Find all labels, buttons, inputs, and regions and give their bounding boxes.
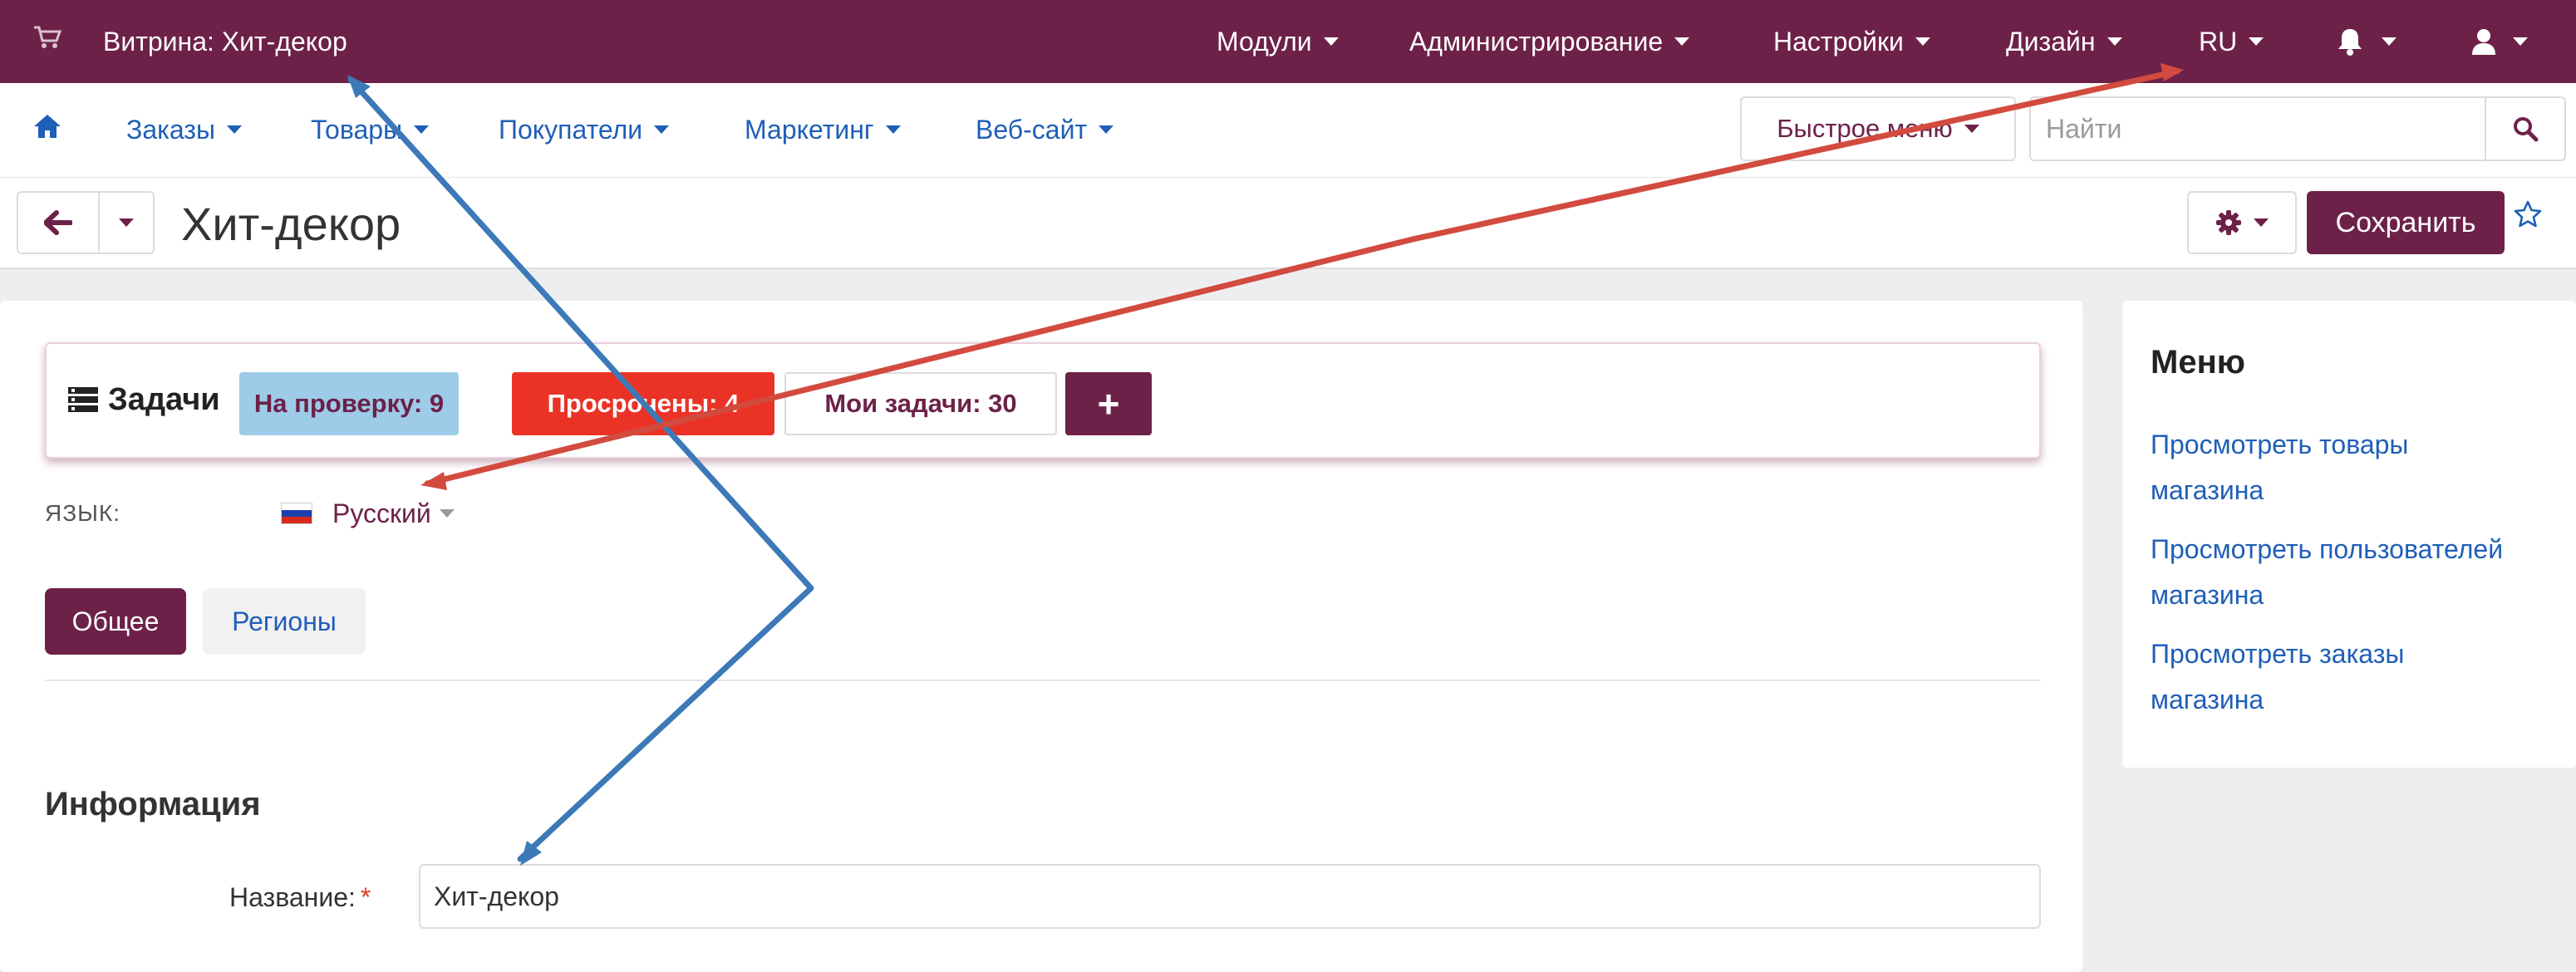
user-menu[interactable]: [2471, 25, 2528, 58]
name-label-text: Название:: [229, 882, 356, 912]
russia-flag-icon: [281, 503, 312, 524]
home-icon[interactable]: [33, 113, 61, 140]
tasks-overdue-button[interactable]: Просрочены: 4: [512, 372, 774, 435]
tasks-icon: [68, 387, 98, 412]
top-bar: Витрина: Хит-декор Модули Администрирова…: [0, 0, 2576, 83]
search-button[interactable]: [2485, 96, 2566, 161]
nav-customers[interactable]: Покупатели: [499, 113, 670, 146]
back-dropdown-button[interactable]: [98, 191, 155, 254]
menu-design[interactable]: Дизайн: [2006, 25, 2122, 58]
language-value: Русский: [332, 498, 431, 528]
link-line: магазина: [2151, 475, 2264, 505]
save-button[interactable]: Сохранить: [2307, 191, 2505, 254]
divider: [45, 680, 2041, 681]
nav-website[interactable]: Веб-сайт: [976, 113, 1114, 146]
bell-icon: [2338, 29, 2362, 56]
user-icon: [2472, 29, 2495, 55]
back-button[interactable]: [17, 191, 100, 254]
cart-icon[interactable]: [33, 25, 61, 50]
nav-products[interactable]: Товары: [311, 113, 430, 146]
nav-orders[interactable]: Заказы: [126, 113, 242, 146]
chevron-down-icon: [439, 509, 455, 518]
name-label: Название: *: [229, 881, 371, 914]
menu-design-label: Дизайн: [2006, 27, 2096, 56]
nav-marketing-label: Маркетинг: [745, 115, 874, 145]
gear-icon: [2216, 210, 2241, 235]
tasks-title: Задачи: [108, 382, 220, 417]
required-mark: *: [360, 882, 371, 912]
tab-regions[interactable]: Регионы: [203, 588, 366, 655]
tasks-mine-button[interactable]: Мои задачи: 30: [784, 372, 1057, 435]
menu-language-label: RU: [2199, 27, 2238, 56]
link-view-products[interactable]: Просмотреть товары магазина: [2151, 422, 2566, 513]
chevron-down-icon: [414, 125, 430, 134]
language-selector[interactable]: Русский: [281, 495, 455, 532]
menu-administration[interactable]: Администрирование: [1409, 25, 1690, 58]
chevron-down-icon: [2513, 37, 2528, 46]
menu-language[interactable]: RU: [2199, 25, 2264, 58]
quick-menu-label: Быстрое меню: [1777, 114, 1953, 143]
chevron-down-icon: [885, 125, 901, 134]
star-icon[interactable]: [2513, 199, 2543, 229]
add-task-button[interactable]: +: [1065, 372, 1152, 435]
main-nav: Заказы Товары Покупатели Маркетинг Веб-с…: [0, 83, 2576, 178]
settings-dropdown-button[interactable]: [2187, 191, 2297, 254]
link-view-orders[interactable]: Просмотреть заказы магазина: [2151, 631, 2566, 723]
store-title[interactable]: Витрина: Хит-декор: [103, 25, 347, 58]
menu-settings[interactable]: Настройки: [1773, 25, 1930, 58]
search-icon: [2514, 117, 2539, 142]
page-header: Хит-декор Сохранить: [0, 178, 2576, 269]
nav-orders-label: Заказы: [126, 115, 215, 145]
chevron-down-icon: [654, 125, 670, 134]
chevron-down-icon: [2107, 37, 2122, 46]
link-line: Просмотреть заказы: [2151, 639, 2405, 669]
tasks-review-button[interactable]: На проверку: 9: [239, 372, 459, 435]
chevron-down-icon: [1674, 37, 1690, 46]
page-title: Хит-декор: [181, 198, 401, 250]
menu-administration-label: Администрирование: [1409, 27, 1664, 56]
chevron-down-icon: [2382, 37, 2397, 46]
section-title: Информация: [45, 786, 261, 822]
side-menu: Меню Просмотреть товары магазина Просмот…: [2122, 301, 2576, 768]
chevron-down-icon: [1964, 125, 1979, 133]
chevron-down-icon: [1099, 125, 1114, 134]
nav-marketing[interactable]: Маркетинг: [745, 113, 901, 146]
tasks-panel: Задачи На проверку: 9 Просрочены: 4 Мои …: [45, 342, 2041, 459]
nav-website-label: Веб-сайт: [976, 115, 1088, 145]
link-line: магазина: [2151, 580, 2264, 610]
side-menu-title: Меню: [2151, 344, 2245, 380]
chevron-down-icon: [2249, 37, 2264, 46]
name-field[interactable]: [419, 864, 2041, 929]
chevron-down-icon: [1323, 37, 1339, 46]
arrow-left-icon: [44, 210, 72, 235]
chevron-down-icon: [119, 218, 134, 227]
link-line: Просмотреть пользователей: [2151, 534, 2504, 564]
menu-modules-label: Модули: [1217, 27, 1312, 56]
language-label: ЯЗЫК:: [45, 500, 121, 526]
menu-modules[interactable]: Модули: [1217, 25, 1339, 58]
nav-customers-label: Покупатели: [499, 115, 643, 145]
link-view-users[interactable]: Просмотреть пользователей магазина: [2151, 527, 2566, 618]
notifications-menu[interactable]: [2337, 25, 2397, 58]
tab-general[interactable]: Общее: [45, 588, 186, 655]
nav-products-label: Товары: [311, 115, 403, 145]
menu-settings-label: Настройки: [1773, 27, 1904, 56]
chevron-down-icon: [2254, 218, 2269, 227]
link-line: Просмотреть товары: [2151, 430, 2409, 459]
link-line: магазина: [2151, 685, 2264, 714]
search-input[interactable]: [2029, 96, 2485, 161]
chevron-down-icon: [226, 125, 242, 134]
quick-menu-button[interactable]: Быстрое меню: [1740, 96, 2016, 161]
chevron-down-icon: [1915, 37, 1930, 46]
